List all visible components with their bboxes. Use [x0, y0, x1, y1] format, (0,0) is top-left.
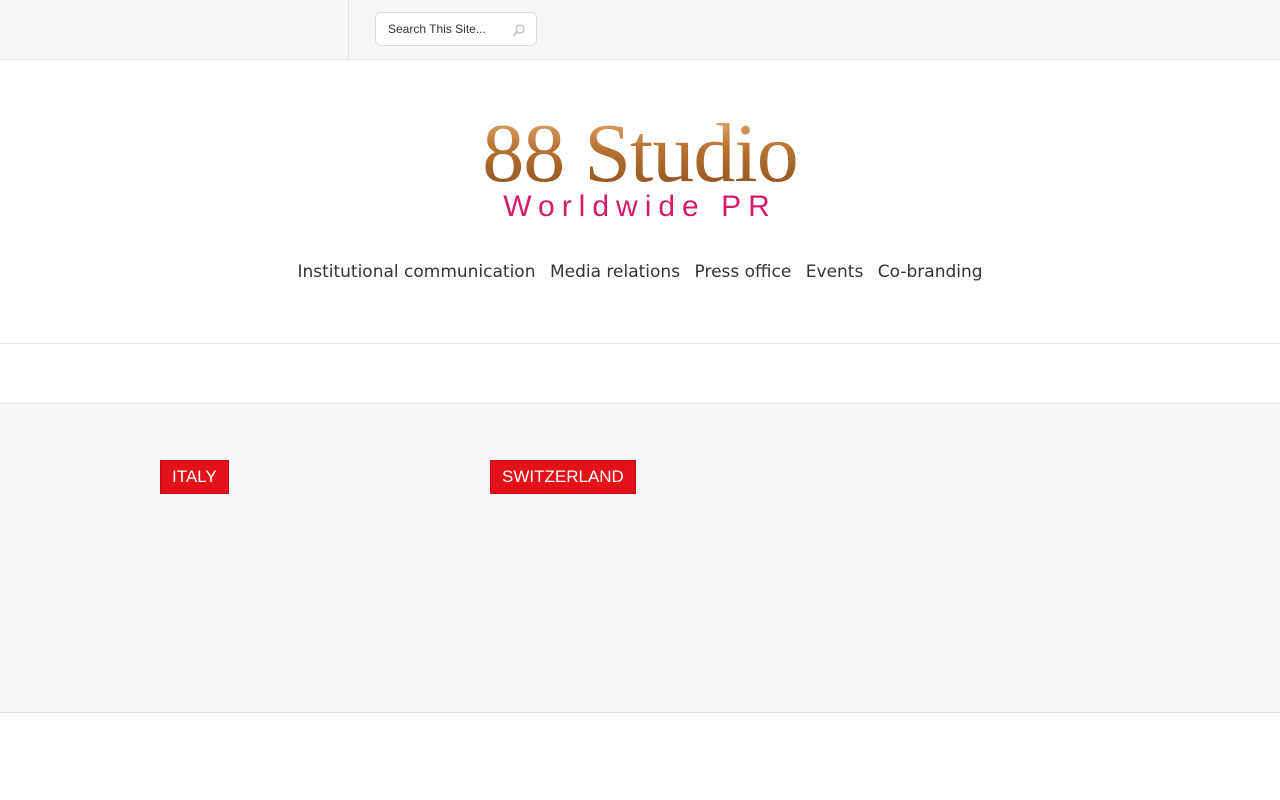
nav-item-co-branding[interactable]: Co-branding — [878, 258, 983, 286]
main-navigation: Institutional communication Media relati… — [0, 258, 1280, 286]
country-link-switzerland[interactable]: SWITZERLAND — [490, 460, 636, 494]
search-box[interactable] — [375, 12, 537, 46]
search-icon[interactable] — [512, 23, 526, 37]
nav-item-institutional-communication[interactable]: Institutional communication — [297, 258, 535, 286]
site-logo[interactable]: 88 Studio Worldwide PR — [465, 112, 815, 227]
logo-title: 88 Studio — [465, 112, 815, 196]
nav-item-press-office[interactable]: Press office — [695, 258, 792, 286]
search-input[interactable] — [388, 13, 508, 45]
nav-item-events[interactable]: Events — [806, 258, 864, 286]
logo-subtitle: Worldwide PR — [503, 190, 777, 223]
country-link-italy[interactable]: ITALY — [160, 460, 229, 494]
main-content: ITALY SWITZERLAND — [0, 403, 1280, 713]
header-divider — [0, 343, 1280, 344]
nav-item-media-relations[interactable]: Media relations — [550, 258, 680, 286]
top-bar — [0, 0, 1280, 60]
top-bar-divider — [348, 0, 349, 59]
